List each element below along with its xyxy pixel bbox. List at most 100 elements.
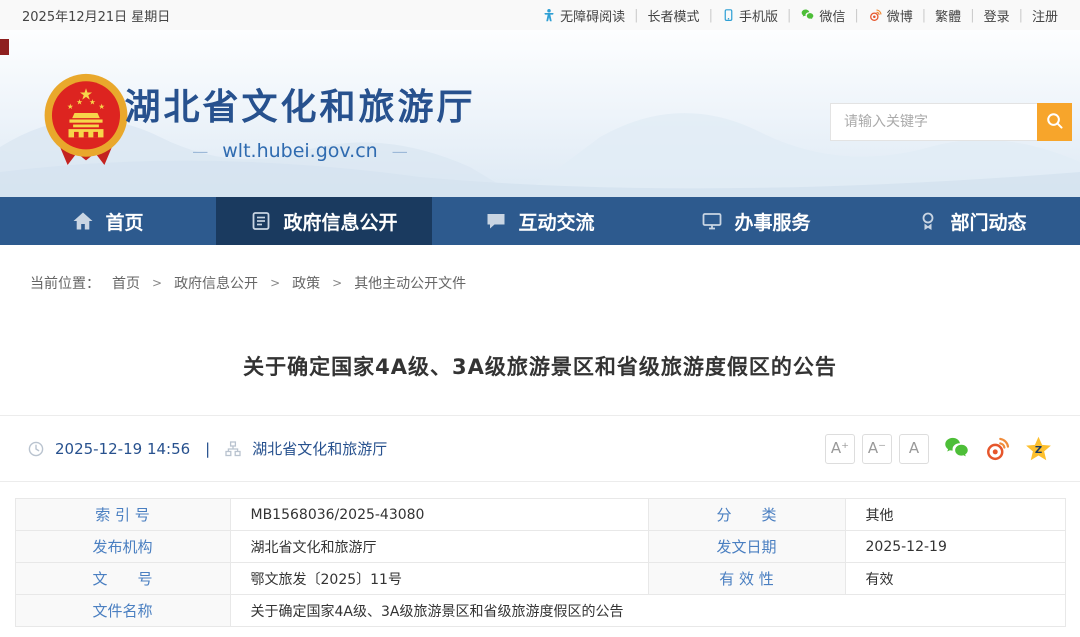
svg-text:★: ★ (67, 102, 74, 111)
nav-item-department-news[interactable]: 部门动态 (864, 197, 1080, 245)
breadcrumb-separator: > (152, 276, 162, 290)
article-meta-bar: 2025-12-19 14:56 | 湖北省文化和旅游厅 A⁺ A⁻ A Z (0, 415, 1080, 482)
site-search (830, 103, 1072, 141)
traditional-chinese-link[interactable]: 繁體 (935, 6, 961, 25)
nav-label-department-news: 部门动态 (950, 208, 1026, 235)
topbar-separator: | (854, 8, 858, 23)
site-url-row: — wlt.hubei.gov.cn — (124, 140, 476, 162)
mobile-version-link[interactable]: 手机版 (722, 6, 778, 25)
validity-label: 有 效 性 (648, 563, 845, 595)
breadcrumb-home[interactable]: 首页 (112, 273, 140, 293)
table-row: 索 引 号 MB1568036/2025-43080 分 类 其他 (15, 499, 1065, 531)
table-row: 文 号 鄂文旅发〔2025〕11号 有 效 性 有效 (15, 563, 1065, 595)
nav-label-interaction: 互动交流 (518, 208, 594, 235)
accessibility-link[interactable]: 无障碍阅读 (542, 6, 625, 25)
nav-label-home: 首页 (105, 208, 143, 235)
font-reset-button[interactable]: A (899, 434, 929, 464)
article-meta-info: 2025-12-19 14:56 | 湖北省文化和旅游厅 (28, 438, 387, 459)
doc-title-value: 关于确定国家4A级、3A级旅游景区和省级旅游度假区的公告 (230, 595, 1065, 627)
nav-label-gov-info: 政府信息公开 (283, 208, 397, 235)
publish-time: 2025-12-19 14:56 (55, 440, 190, 458)
issue-date-value: 2025-12-19 (845, 531, 1065, 563)
svg-text:★: ★ (89, 97, 96, 106)
elder-mode-link[interactable]: 长者模式 (648, 6, 700, 25)
share-weibo-icon[interactable] (984, 435, 1011, 462)
document-info-table: 索 引 号 MB1568036/2025-43080 分 类 其他 发布机构 湖… (15, 498, 1066, 627)
traditional-chinese-label: 繁體 (935, 6, 961, 25)
elder-mode-label: 长者模式 (648, 6, 700, 25)
article-title: 关于确定国家4A级、3A级旅游景区和省级旅游度假区的公告 (0, 351, 1080, 381)
issuing-agency-value: 湖北省文化和旅游厅 (230, 531, 648, 563)
login-link[interactable]: 登录 (984, 6, 1010, 25)
weibo-label: 微博 (887, 6, 913, 25)
nav-item-interaction[interactable]: 互动交流 (432, 197, 648, 245)
index-number-label: 索 引 号 (15, 499, 230, 531)
url-dash-left: — (192, 142, 208, 161)
share-qzone-icon[interactable]: Z (1025, 435, 1052, 462)
monitor-icon (701, 210, 723, 232)
register-label: 注册 (1032, 6, 1058, 25)
topbar-separator: | (787, 8, 791, 23)
breadcrumb-prefix: 当前位置： (30, 273, 100, 293)
site-identity: 湖北省文化和旅游厅 — wlt.hubei.gov.cn — (124, 78, 476, 162)
login-label: 登录 (984, 6, 1010, 25)
validity-value: 有效 (845, 563, 1065, 595)
meta-separator: | (201, 440, 214, 458)
url-dash-right: — (392, 142, 408, 161)
doc-title-label: 文件名称 (15, 595, 230, 627)
nav-item-gov-info[interactable]: 政府信息公开 (216, 197, 432, 245)
mobile-version-label: 手机版 (739, 6, 778, 25)
index-number-value: MB1568036/2025-43080 (230, 499, 648, 531)
breadcrumb-separator: > (270, 276, 280, 290)
breadcrumb-separator: > (332, 276, 342, 290)
svg-text:★: ★ (76, 97, 83, 106)
topbar-links: 无障碍阅读 | 长者模式 | 手机版 | 微信 | 微博 | (542, 6, 1058, 25)
topbar-separator: | (970, 8, 974, 23)
site-header: ★ ★ ★ ★ ★ 湖北省文化和旅游厅 — wlt.hubei.gov.cn — (0, 30, 1080, 197)
svg-text:★: ★ (98, 102, 105, 111)
topbar-separator: | (709, 8, 713, 23)
weibo-link[interactable]: 微博 (868, 6, 913, 25)
top-utility-bar: 2025年12月21日 星期日 无障碍阅读 | 长者模式 | 手机版 | 微信 … (0, 0, 1080, 30)
decoration-red-mark (0, 39, 9, 55)
search-icon (1045, 111, 1064, 133)
current-date: 2025年12月21日 星期日 (22, 6, 170, 25)
issue-date-label: 发文日期 (648, 531, 845, 563)
category-label: 分 类 (648, 499, 845, 531)
table-row: 文件名称 关于确定国家4A级、3A级旅游景区和省级旅游度假区的公告 (15, 595, 1065, 627)
nav-item-services[interactable]: 办事服务 (648, 197, 864, 245)
svg-text:Z: Z (1035, 445, 1042, 456)
accessibility-label: 无障碍阅读 (560, 6, 625, 25)
article-toolbar: A⁺ A⁻ A Z (818, 434, 1052, 464)
category-value: 其他 (845, 499, 1065, 531)
font-increase-button[interactable]: A⁺ (825, 434, 855, 464)
doc-number-value: 鄂文旅发〔2025〕11号 (230, 563, 648, 595)
chat-icon (485, 210, 507, 232)
main-nav: 首页 政府信息公开 互动交流 办事服务 部门动态 (0, 197, 1080, 245)
breadcrumb-policy[interactable]: 政策 (292, 273, 320, 293)
phone-icon (722, 8, 735, 23)
weibo-icon (868, 8, 883, 22)
wechat-icon (800, 8, 815, 22)
nav-label-services: 办事服务 (734, 208, 810, 235)
table-row: 发布机构 湖北省文化和旅游厅 发文日期 2025-12-19 (15, 531, 1065, 563)
search-input[interactable] (830, 103, 1037, 141)
font-decrease-button[interactable]: A⁻ (862, 434, 892, 464)
breadcrumb: 当前位置： 首页 > 政府信息公开 > 政策 > 其他主动公开文件 (30, 273, 1080, 293)
site-title[interactable]: 湖北省文化和旅游厅 (124, 78, 476, 130)
clock-icon (28, 441, 44, 457)
issuing-agency-label: 发布机构 (15, 531, 230, 563)
breadcrumb-gov-info[interactable]: 政府信息公开 (174, 273, 258, 293)
nav-item-home[interactable]: 首页 (0, 197, 216, 245)
source-org-icon (225, 441, 241, 457)
search-button[interactable] (1037, 103, 1072, 141)
topbar-separator: | (634, 8, 638, 23)
breadcrumb-other-docs[interactable]: 其他主动公开文件 (354, 273, 466, 293)
wechat-link[interactable]: 微信 (800, 6, 845, 25)
wechat-label: 微信 (819, 6, 845, 25)
article-source[interactable]: 湖北省文化和旅游厅 (252, 438, 387, 459)
share-wechat-icon[interactable] (943, 435, 970, 462)
topbar-separator: | (1019, 8, 1023, 23)
register-link[interactable]: 注册 (1032, 6, 1058, 25)
site-url: wlt.hubei.gov.cn (222, 140, 377, 162)
